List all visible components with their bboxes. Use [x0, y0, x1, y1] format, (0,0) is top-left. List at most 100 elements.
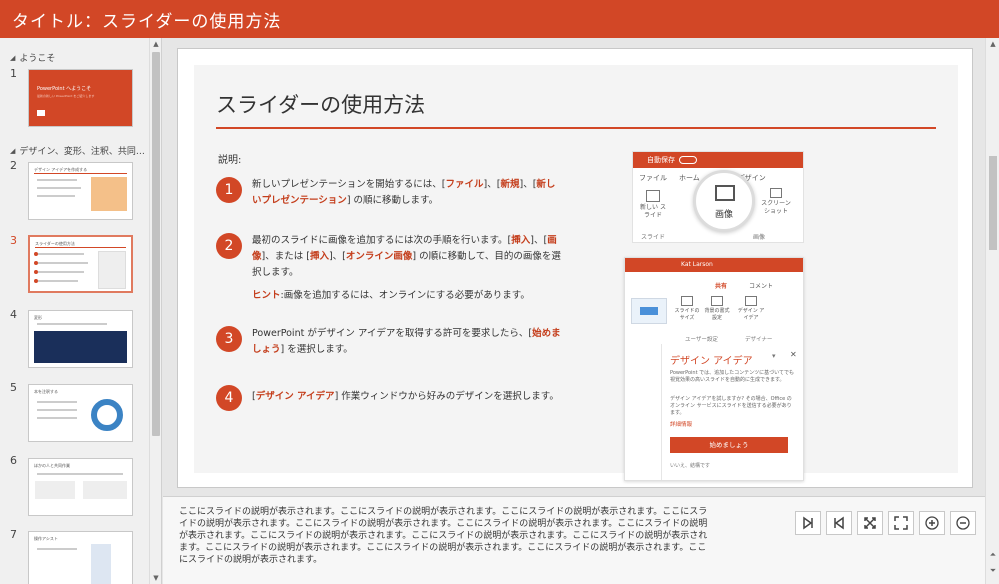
previous-page-icon[interactable]: ⏶ — [986, 550, 999, 560]
slide-number: 2 — [10, 159, 17, 172]
scroll-up-icon[interactable]: ▲ — [150, 38, 161, 50]
hint-label: ヒント — [252, 290, 281, 301]
highlight-file: ファイル — [445, 179, 484, 190]
highlight-online-pictures: オンライン画像 — [345, 251, 413, 262]
main-scrollbar[interactable]: ▲ ⏶ ⏷ — [985, 38, 999, 584]
thumbnail-line — [38, 280, 78, 282]
thumbnail-title: PowerPoint へようこそ — [37, 86, 92, 92]
ribbon-screenshot: 自動保存 ファイルホーム挿入デザイン 新しい スライド スクリーン ショット ス… — [632, 151, 804, 243]
highlight-design-ideas: デザイン アイデア — [255, 391, 335, 402]
step-text-4: [デザイン アイデア] 作業ウィンドウから好みのデザインを選択します。 — [252, 391, 559, 402]
previous-slide-button[interactable] — [826, 511, 852, 535]
format-background-icon — [711, 296, 723, 306]
pane-title: デザイン アイデア — [670, 356, 753, 367]
details-link: 詳細情報 — [670, 422, 693, 428]
thumbnail-title: 本を注釈する — [34, 389, 58, 394]
design-ideas-tool: デザイン アイデア — [737, 296, 765, 322]
description-label: 説明: — [218, 155, 242, 166]
thumbnail-line — [37, 187, 81, 189]
zoom-in-button[interactable] — [919, 511, 945, 535]
slide-number-selected: 3 — [10, 234, 17, 247]
slide-number: 5 — [10, 381, 17, 394]
previous-slide-icon — [834, 516, 844, 530]
image-button-label: 画像 — [714, 210, 733, 220]
zoom-out-button[interactable] — [950, 511, 976, 535]
user-settings-label: ユーザー設定 — [685, 337, 718, 343]
slide-thumbnail-3[interactable]: スライダーの使用方法 — [28, 235, 133, 293]
design-ideas-pane: デザイン アイデア ▾ ✕ PowerPoint では、追加したコンテンツに基づ… — [661, 344, 803, 480]
step-badge-4: 4 — [216, 385, 242, 411]
group-label-images: 画像 — [753, 234, 766, 241]
exit-fullscreen-button[interactable] — [857, 511, 883, 535]
format-background-tool: 背景の書式設定 — [703, 296, 731, 322]
collapse-triangle-icon[interactable]: ◢ — [10, 54, 15, 62]
thumbnail-line — [37, 195, 75, 197]
next-page-icon[interactable]: ⏷ — [986, 566, 999, 576]
thumbnail-rule — [35, 247, 126, 248]
magnifier-callout: 画像 — [693, 170, 755, 232]
decline-link: いいえ、結構です — [670, 463, 711, 469]
thumbnail-line — [38, 262, 88, 264]
design-ideas-icon — [745, 296, 757, 306]
slide-thumbnail-7[interactable]: 操作アシスト — [28, 531, 133, 584]
step-badge-1: 1 — [216, 177, 242, 203]
fullscreen-button[interactable] — [888, 511, 914, 535]
step-text-1: 新しいプレゼンテーションを開始するには、[ファイル]、[新規]、[新しいプレゼン… — [252, 179, 556, 206]
thumbnail-line — [38, 271, 84, 273]
thumbnail-scrollbar[interactable]: ▲ ▼ — [149, 38, 161, 584]
thumbnail-image — [83, 481, 127, 499]
slide-thumbnail-4[interactable]: 変形 — [28, 310, 133, 368]
thumbnail-line — [37, 409, 77, 411]
step-text-3: PowerPoint がデザイン アイデアを取得する許可を要求したら、[始めまし… — [252, 328, 561, 355]
window-title: タイトル：スライダーの使用方法 — [12, 11, 282, 32]
user-name: Kat Larson — [681, 261, 713, 268]
next-slide-icon — [803, 516, 813, 530]
scroll-down-icon[interactable]: ▼ — [150, 572, 161, 584]
slide-number: 4 — [10, 308, 17, 321]
new-slide-tool: 新しい スライド — [639, 190, 667, 220]
thumbnail-image — [91, 177, 127, 211]
section-label: ようこそ — [19, 54, 56, 64]
window-title-bar — [625, 258, 803, 272]
scrollbar-thumb[interactable] — [989, 156, 997, 250]
title-bar: タイトル：スライダーの使用方法 — [0, 0, 999, 38]
section-label: デザイン、変形、注釈、共同… — [19, 147, 145, 157]
slide-stage: スライダーの使用方法 説明: 1 新しいプレゼンテーションを開始するには、[ファ… — [163, 38, 985, 496]
scroll-up-icon[interactable]: ▲ — [986, 38, 999, 50]
slide-thumbnail-2[interactable]: デザイン アイデアを作成する — [28, 162, 133, 220]
slide-number: 6 — [10, 454, 17, 467]
zoom-in-icon — [925, 516, 939, 530]
screenshot-tool: スクリーン ショット — [759, 188, 793, 216]
thumbnail-image — [35, 481, 75, 499]
pane-text: PowerPoint では、追加したコンテンツに基づいてでも視覚効果の高いスライ… — [670, 370, 794, 383]
section-header-design[interactable]: ◢ デザイン、変形、注釈、共同… — [10, 144, 145, 158]
get-started-button: 始めましょう — [670, 437, 788, 453]
slide-number: 7 — [10, 528, 17, 541]
slide-thumbnail-6[interactable]: ほかの人と共同作業 — [28, 458, 133, 516]
slide-thumbnail-5[interactable]: 本を注釈する — [28, 384, 133, 442]
tab-home: ホーム — [679, 174, 700, 182]
slide-title: スライダーの使用方法 — [216, 93, 426, 117]
toggle-icon — [679, 156, 697, 164]
thumbnail-title: 変形 — [34, 315, 42, 320]
slide-thumbnail-1[interactable]: PowerPoint へようこそ 最新の新しい PowerPoint をご紹介し… — [28, 69, 133, 127]
office-logo-icon — [37, 110, 45, 116]
next-slide-button[interactable] — [795, 511, 821, 535]
thumbnail-line — [37, 417, 77, 419]
thumbnail-line — [37, 179, 77, 181]
scrollbar-thumb[interactable] — [152, 52, 160, 436]
image-icon — [715, 185, 735, 201]
slide-preview — [631, 298, 667, 324]
highlight-new: 新規 — [500, 179, 520, 190]
designer-label: デザイナー — [745, 337, 773, 343]
thumbnail-subtitle: 最新の新しい PowerPoint をご紹介します — [37, 94, 95, 98]
section-header-welcome[interactable]: ◢ ようこそ — [10, 51, 56, 65]
slide-size-tool: スライドの サイズ — [673, 296, 701, 322]
exit-fullscreen-icon — [864, 517, 876, 529]
pane-text: デザイン アイデアを試しますか? その場合、Office のオンライン サービス… — [670, 396, 792, 416]
slide-thumbnail-pane: ◢ ようこそ 1 PowerPoint へようこそ 最新の新しい PowerPo… — [0, 38, 162, 584]
pane-options-icon: ▾ — [772, 352, 776, 360]
thumbnail-title: ほかの人と共同作業 — [34, 463, 70, 468]
collapse-triangle-icon[interactable]: ◢ — [10, 147, 15, 155]
step-badge-3: 3 — [216, 326, 242, 352]
